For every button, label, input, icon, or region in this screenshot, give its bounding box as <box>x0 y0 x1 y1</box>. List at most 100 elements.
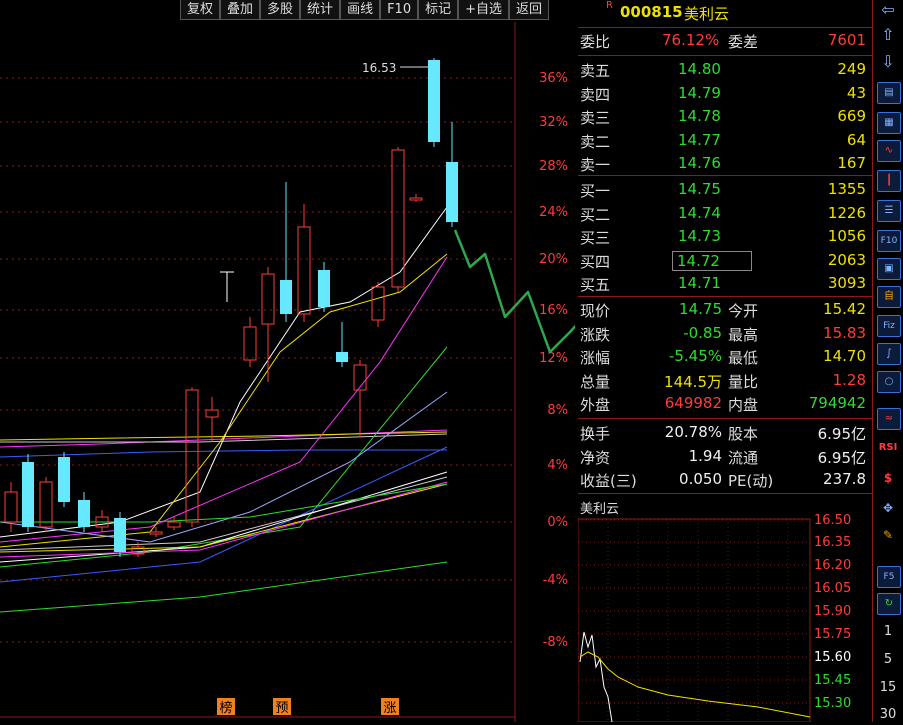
bid-price: 14.72 <box>672 250 752 271</box>
diff-value: 7601 <box>827 31 866 49</box>
ask-label: 卖三 <box>580 109 611 127</box>
ask-row: 卖二 14.77 64 <box>580 129 870 152</box>
pct-tick-label: 8% <box>547 403 568 418</box>
fund-label: 收益(三) <box>580 472 637 490</box>
stat-value: -5.45% <box>668 347 722 365</box>
pct-tick-label: 12% <box>539 351 568 366</box>
mini-price-tick: 15.30 <box>814 696 851 711</box>
mini-price-line <box>579 631 613 722</box>
mini-frame <box>578 518 811 722</box>
high-price-label: 16.53 <box>362 61 396 75</box>
ask-label: 卖二 <box>580 132 611 151</box>
report-icon[interactable]: ▤ <box>877 82 901 104</box>
stat-value: 15.42 <box>823 300 866 318</box>
mini-price-tick: 16.20 <box>814 558 851 573</box>
news-icon[interactable]: ▣ <box>877 258 901 280</box>
toolbar-btn-3[interactable]: 统计 <box>300 0 341 20</box>
arrow-down-icon[interactable]: ⇩ <box>877 52 899 72</box>
pct-tick-label: 16% <box>539 303 568 318</box>
divider <box>578 418 872 419</box>
pct-tick-label: 32% <box>539 115 568 130</box>
bid-label: 买四 <box>580 252 611 271</box>
table-icon[interactable]: ▦ <box>877 112 901 134</box>
toolbar-btn-7[interactable]: +自选 <box>458 0 510 20</box>
ask-row: 卖五 14.80 249 <box>580 58 870 81</box>
period-30[interactable]: 30 <box>877 705 899 725</box>
rsi-icon[interactable]: RSI <box>877 438 899 458</box>
self-select-icon[interactable]: 自 <box>877 286 901 308</box>
toolbar-btn-1[interactable]: 叠加 <box>220 0 261 20</box>
ask-volume: 64 <box>846 130 866 149</box>
event-marker[interactable]: 涨 <box>383 701 396 716</box>
stat-row: 总量 144.5万 量比 1.28 <box>580 369 870 392</box>
fund-label: 股本 <box>728 425 759 443</box>
toolbar-btn-5[interactable]: F10 <box>380 0 419 20</box>
bid-volume: 1355 <box>827 180 866 198</box>
ask-price: 14.80 <box>678 60 721 78</box>
toolbar-btn-8[interactable]: 返回 <box>509 0 550 20</box>
fund-label: 净资 <box>580 448 611 467</box>
fund-label: 换手 <box>580 425 611 443</box>
mini-price-tick: 15.90 <box>814 604 851 619</box>
toolbar-btn-6[interactable]: 标记 <box>418 0 459 20</box>
stat-value: -0.85 <box>683 323 722 342</box>
bid-row: 买五 14.71 3093 <box>580 272 870 295</box>
period-5[interactable]: 5 <box>877 650 899 670</box>
event-marker[interactable]: 预 <box>275 701 288 716</box>
toolbar-btn-2[interactable]: 多股 <box>260 0 301 20</box>
bid-row: 买三 14.73 1056 <box>580 225 870 248</box>
stat-value: 649982 <box>664 394 722 412</box>
pct-tick-label: -8% <box>543 635 568 650</box>
ask-volume: 167 <box>837 154 866 172</box>
f10-icon[interactable]: F10 <box>877 230 901 252</box>
mini-title: 美利云 <box>580 502 619 517</box>
kline-chart[interactable]: 36% 32% 28% 24% 20% 16% 12% 8% 4% 0% -4% -8% 16.53 榜 预… <box>0 22 575 722</box>
move-icon[interactable]: ✥ <box>877 498 899 518</box>
period-1[interactable]: 1 <box>877 622 899 642</box>
dollar-icon[interactable]: $ <box>877 468 899 488</box>
intraday-mini-chart[interactable]: 美利云 16.50 16.35 16.20 16.05 15.90 15.75 15.60 15… <box>578 497 872 722</box>
divider <box>578 175 872 176</box>
divider <box>578 296 872 297</box>
candle[interactable] <box>58 452 70 507</box>
fund-row: 净资 1.94 流通 6.95亿 <box>580 445 870 468</box>
toolbar-btn-4[interactable]: 画线 <box>340 0 381 20</box>
f5-icon[interactable]: F5 <box>877 566 901 588</box>
line-chart-icon[interactable]: ∿ <box>877 140 901 162</box>
bid-volume: 1056 <box>827 227 866 245</box>
fiz-icon[interactable]: Fiz <box>877 315 901 337</box>
divider <box>578 27 872 28</box>
formula-icon[interactable]: ∫ <box>877 343 901 365</box>
mini-price-tick: 16.05 <box>814 581 851 596</box>
stat-value: 15.83 <box>823 323 866 342</box>
toolbar-btn-0[interactable]: 复权 <box>180 0 221 20</box>
list-icon[interactable]: ☰ <box>877 200 901 222</box>
candle[interactable] <box>114 512 126 557</box>
bid-price: 14.75 <box>678 180 721 198</box>
stat-label: 最高 <box>728 325 759 344</box>
stat-row: 外盘 649982 内盘 794942 <box>580 392 870 415</box>
pct-tick-label: 28% <box>539 159 568 174</box>
fund-label: PE(动) <box>728 472 774 490</box>
fund-value: 0.050 <box>679 470 722 488</box>
candle-icon[interactable]: ┃ <box>877 170 901 192</box>
circle-icon[interactable]: ○ <box>877 371 901 393</box>
arrow-up-icon[interactable]: ⇧ <box>877 25 899 45</box>
mini-price-tick: 15.60 <box>814 650 851 665</box>
pencil-icon[interactable]: ✎ <box>877 525 899 545</box>
ask-volume: 669 <box>837 107 866 125</box>
fund-value: 1.94 <box>688 446 722 465</box>
period-15[interactable]: 15 <box>877 678 899 698</box>
fund-label: 流通 <box>728 448 759 467</box>
arrow-left-icon[interactable]: ⇦ <box>877 0 899 20</box>
candle[interactable] <box>428 58 440 147</box>
fund-value: 237.8 <box>823 470 866 488</box>
pct-tick-label: -4% <box>543 573 568 588</box>
wave-icon[interactable]: ≈ <box>877 408 901 430</box>
ratio-value: 76.12% <box>662 31 720 49</box>
stock-header: R 000815 美利云 <box>578 0 872 24</box>
stock-code: 000815 <box>620 3 683 21</box>
refresh-icon[interactable]: ↻ <box>877 593 901 615</box>
candle[interactable] <box>22 454 34 532</box>
event-marker[interactable]: 榜 <box>219 700 232 716</box>
